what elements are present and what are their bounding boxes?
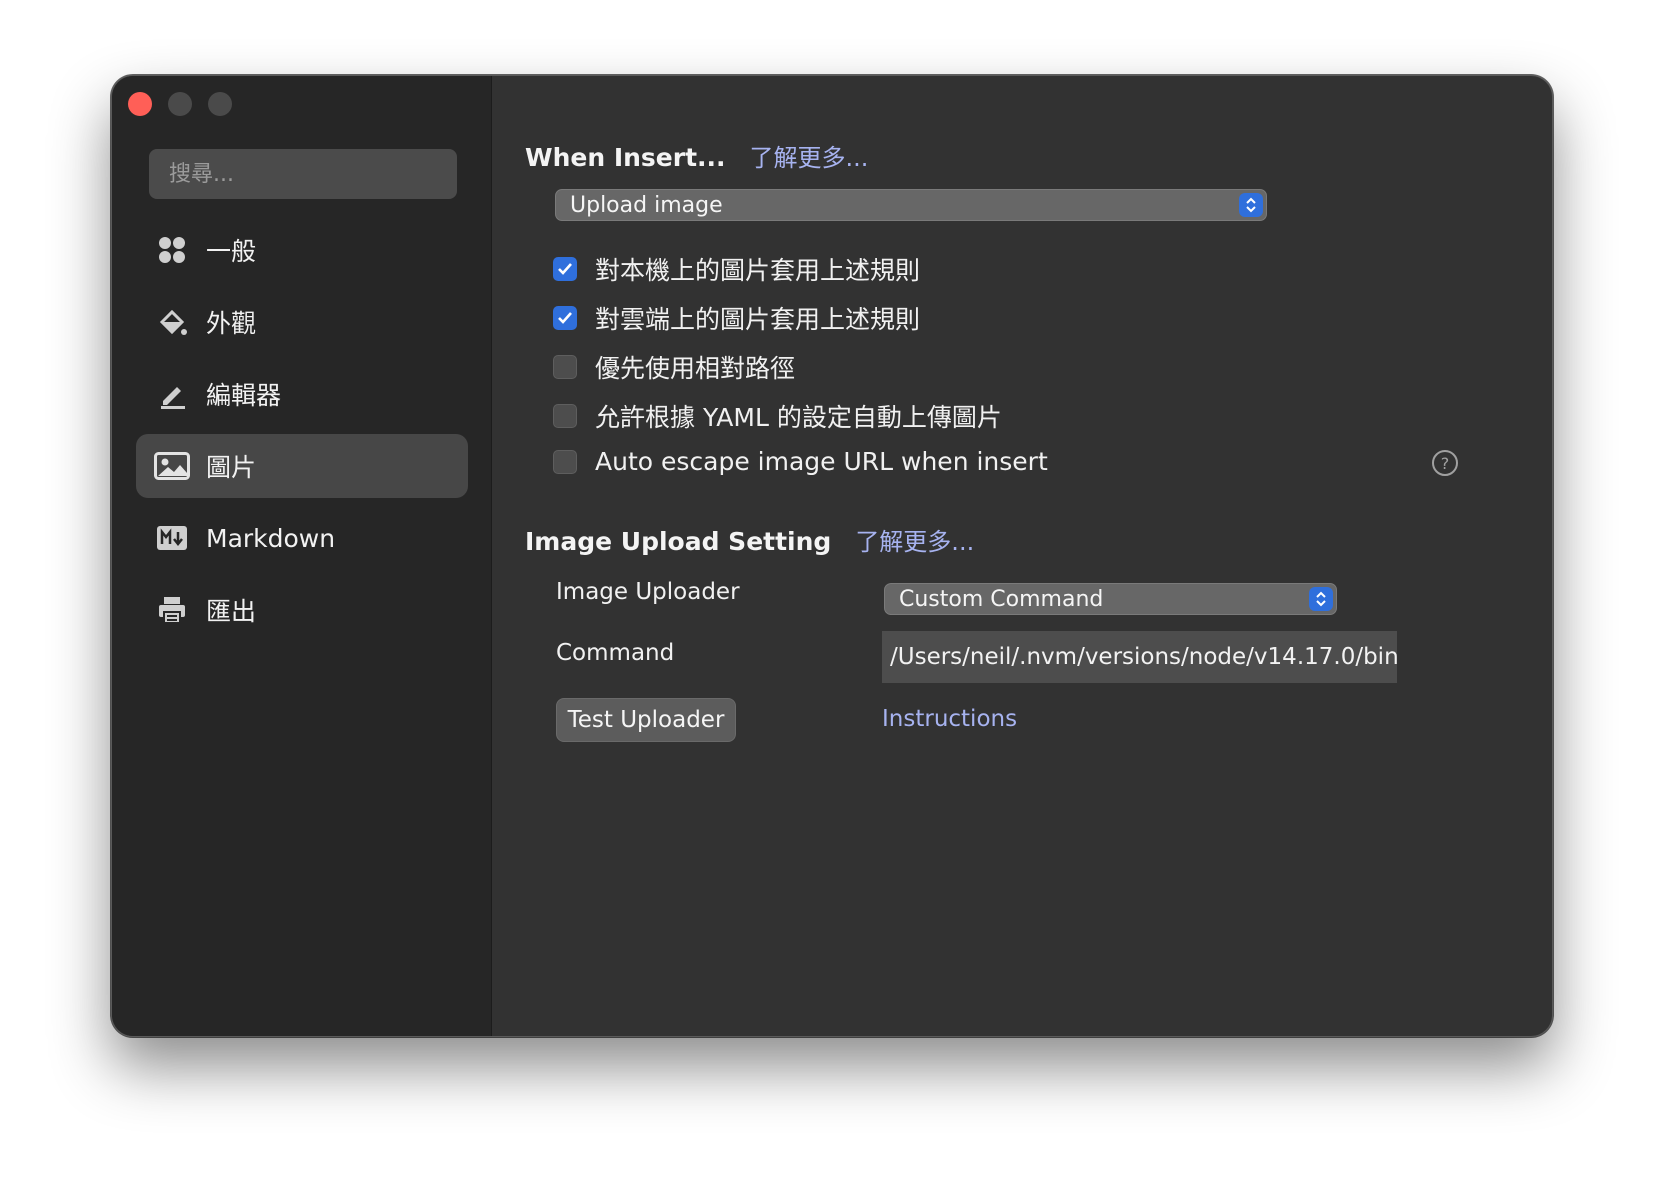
chevron-updown-icon <box>1239 193 1263 217</box>
minimize-window-button[interactable] <box>168 92 192 116</box>
sidebar-item-markdown[interactable]: Markdown <box>136 506 468 570</box>
option-remote-images[interactable]: 對雲端上的圖片套用上述規則 <box>553 300 920 336</box>
help-icon[interactable]: ? <box>1432 450 1458 476</box>
paint-bucket-icon <box>154 304 190 340</box>
section-title: When Insert... <box>525 143 726 172</box>
markdown-icon <box>154 520 190 556</box>
checkbox-unchecked[interactable] <box>553 355 577 379</box>
option-label: 優先使用相對路徑 <box>595 354 796 383</box>
checkbox-checked[interactable] <box>553 306 577 330</box>
option-label: 對本機上的圖片套用上述規則 <box>595 256 921 285</box>
sidebar-item-label: 編輯器 <box>206 381 282 410</box>
sidebar-item-label: 一般 <box>206 237 257 266</box>
grid-icon <box>154 232 190 268</box>
checkbox-checked[interactable] <box>553 257 577 281</box>
option-local-images[interactable]: 對本機上的圖片套用上述規則 <box>553 251 920 287</box>
image-icon <box>154 448 190 484</box>
upload-setting-header: Image Upload Setting 了解更多... <box>525 522 974 557</box>
learn-more-link[interactable]: 了解更多... <box>750 138 869 173</box>
checkbox-unchecked[interactable] <box>553 404 577 428</box>
image-uploader-select[interactable]: Custom Command <box>884 583 1337 615</box>
select-value: Custom Command <box>899 586 1104 612</box>
insert-action-select[interactable]: Upload image <box>555 189 1267 221</box>
option-label: 對雲端上的圖片套用上述規則 <box>595 305 921 334</box>
printer-icon <box>154 592 190 628</box>
sidebar-item-label: 外觀 <box>206 309 257 338</box>
command-input[interactable]: /Users/neil/.nvm/versions/node/v14.17.0/… <box>882 631 1397 683</box>
sidebar-item-appearance[interactable]: 外觀 <box>136 290 468 354</box>
test-uploader-button[interactable]: Test Uploader <box>556 698 736 742</box>
sidebar-item-editor[interactable]: 編輯器 <box>136 362 468 426</box>
sidebar-item-export[interactable]: 匯出 <box>136 578 468 642</box>
image-uploader-label: Image Uploader <box>556 579 740 605</box>
instructions-link[interactable]: Instructions <box>882 706 1017 732</box>
learn-more-link[interactable]: 了解更多... <box>855 522 974 557</box>
sidebar-item-label: 匯出 <box>206 597 257 626</box>
search-input[interactable] <box>169 161 457 187</box>
traffic-lights <box>128 92 232 116</box>
option-relative-path[interactable]: 優先使用相對路徑 <box>553 349 795 385</box>
option-label: Auto escape image URL when insert <box>595 447 1048 476</box>
sidebar-item-label: Markdown <box>206 523 336 553</box>
close-window-button[interactable] <box>128 92 152 116</box>
preferences-window: 一般 外觀 編輯器 <box>111 75 1553 1037</box>
option-label: 允許根據 YAML 的設定自動上傳圖片 <box>595 403 1002 432</box>
sidebar-item-general[interactable]: 一般 <box>136 218 468 282</box>
chevron-updown-icon <box>1309 587 1333 611</box>
option-auto-escape-url[interactable]: Auto escape image URL when insert <box>553 447 1048 476</box>
checkbox-unchecked[interactable] <box>553 449 577 474</box>
sidebar-nav: 一般 外觀 編輯器 圖片 Markdown 匯出 <box>136 218 468 650</box>
option-yaml-upload[interactable]: 允許根據 YAML 的設定自動上傳圖片 <box>553 398 1002 434</box>
search-box[interactable] <box>149 149 457 199</box>
sidebar-item-images[interactable]: 圖片 <box>136 434 468 498</box>
sidebar: 一般 外觀 編輯器 <box>112 76 492 1036</box>
command-label: Command <box>556 640 675 666</box>
select-value: Upload image <box>570 192 723 218</box>
settings-panel: When Insert... 了解更多... Upload image 對本機上… <box>492 76 1552 1036</box>
pencil-icon <box>154 376 190 412</box>
zoom-window-button[interactable] <box>208 92 232 116</box>
when-insert-header: When Insert... 了解更多... <box>525 138 868 173</box>
section-title: Image Upload Setting <box>525 527 832 556</box>
sidebar-item-label: 圖片 <box>206 453 257 482</box>
